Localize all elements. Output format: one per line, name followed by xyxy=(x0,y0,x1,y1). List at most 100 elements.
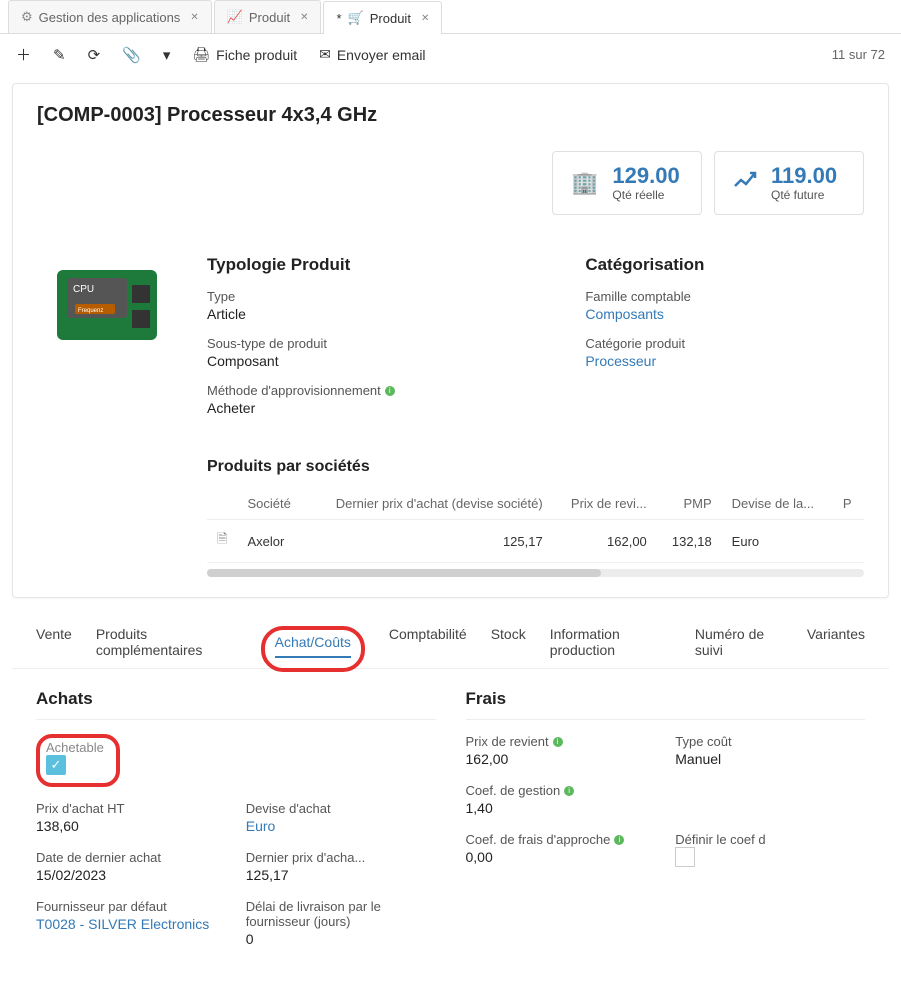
pager[interactable]: 11 sur 72 xyxy=(832,47,885,62)
kpi-row: 🏢 129.00 Qté réelle 119.00 Qté future xyxy=(37,151,864,215)
edit-button[interactable]: ✎ xyxy=(53,46,66,64)
highlight-annotation: Achat/Coûts xyxy=(261,626,365,672)
info-icon[interactable]: i xyxy=(385,386,395,396)
achetable-label: Achetable xyxy=(46,740,104,755)
product-card: [COMP-0003] Processeur 4x3,4 GHz 🏢 129.0… xyxy=(12,83,889,598)
achat-couts-panel: Achats Achetable ✓ Prix d'achat HT 138,6… xyxy=(12,669,889,983)
fiche-label: Fiche produit xyxy=(216,47,297,63)
close-icon[interactable]: ✕ xyxy=(300,12,308,23)
prix-revient-label: Prix de revient i xyxy=(466,734,656,749)
cart-icon: 🛒 xyxy=(348,10,364,26)
tab-label: Gestion des applications xyxy=(39,10,181,25)
subtab-complementaires[interactable]: Produits complémentaires xyxy=(96,626,237,668)
method-value: Acheter xyxy=(207,400,555,416)
type-cout-label: Type coût xyxy=(675,734,865,749)
svg-text:CPU: CPU xyxy=(73,284,94,295)
definir-coef-label: Définir le coef d xyxy=(675,832,865,847)
coef-frais-value: 0,00 xyxy=(466,849,656,865)
section-title: Catégorisation xyxy=(585,255,864,275)
achats-title: Achats xyxy=(36,689,436,709)
document-icon: 🗎 xyxy=(217,531,227,546)
cell-devise: Euro xyxy=(722,520,833,563)
prix-revient-value: 162,00 xyxy=(466,751,656,767)
company-table: Société Dernier prix d'achat (devise soc… xyxy=(207,488,864,563)
dernier-prix-label: Dernier prix d'acha... xyxy=(246,850,436,865)
achetable-checkbox[interactable]: ✓ xyxy=(46,755,66,775)
fournisseur-label: Fournisseur par défaut xyxy=(36,899,226,914)
fiche-produit-button[interactable]: 🖨 Fiche produit xyxy=(192,46,297,63)
attach-button[interactable]: 📎 xyxy=(122,46,141,64)
subtab-achat-couts[interactable]: Achat/Coûts xyxy=(275,634,351,658)
refresh-button[interactable]: ⟳ xyxy=(88,46,101,64)
info-icon[interactable]: i xyxy=(553,737,563,747)
delai-value: 0 xyxy=(246,931,436,947)
toolbar: ＋ ✎ ⟳ 📎 ▾ 🖨 Fiche produit ✉ Envoyer emai… xyxy=(0,34,901,75)
subtab-numero-suivi[interactable]: Numéro de suivi xyxy=(695,626,783,668)
prix-ht-label: Prix d'achat HT xyxy=(36,801,226,816)
product-subtabs: Vente Produits complémentaires Achat/Coû… xyxy=(12,606,889,669)
dernier-prix-value: 125,17 xyxy=(246,867,436,883)
col-pmp[interactable]: PMP xyxy=(657,488,722,520)
kpi-label: Qté réelle xyxy=(612,188,679,202)
page-title: [COMP-0003] Processeur 4x3,4 GHz xyxy=(37,104,864,127)
devise-value[interactable]: Euro xyxy=(246,818,436,834)
type-cout-value: Manuel xyxy=(675,751,865,767)
trend-icon xyxy=(733,170,757,196)
send-email-button[interactable]: ✉ Envoyer email xyxy=(319,46,425,63)
fournisseur-value[interactable]: T0028 - SILVER Electronics xyxy=(36,916,226,932)
gear-icon: ⚙ xyxy=(21,9,33,25)
info-icon[interactable]: i xyxy=(564,786,574,796)
col-societe[interactable]: Société xyxy=(237,488,306,520)
cell-dernier-prix: 125,17 xyxy=(306,520,552,563)
kpi-label: Qté future xyxy=(771,188,837,202)
tab-app-management[interactable]: ⚙ Gestion des applications ✕ xyxy=(8,0,212,33)
kpi-future-qty[interactable]: 119.00 Qté future xyxy=(714,151,864,215)
subtab-variantes[interactable]: Variantes xyxy=(807,626,865,668)
dropdown-icon[interactable]: ▾ xyxy=(163,46,171,64)
close-icon[interactable]: ✕ xyxy=(421,13,429,24)
prix-ht-value: 138,60 xyxy=(36,818,226,834)
categorie-value[interactable]: Processeur xyxy=(585,353,864,369)
col-prix-revient[interactable]: Prix de revi... xyxy=(553,488,657,520)
subtab-stock[interactable]: Stock xyxy=(491,626,526,668)
mail-icon: ✉ xyxy=(319,46,331,63)
tab-product-2[interactable]: * 🛒 Produit ✕ xyxy=(323,1,442,34)
type-label: Type xyxy=(207,289,555,304)
delai-label: Délai de livraison par le fournisseur (j… xyxy=(246,899,436,929)
coef-frais-label: Coef. de frais d'approche i xyxy=(466,832,656,847)
info-icon[interactable]: i xyxy=(614,835,624,845)
coef-gestion-value: 1,40 xyxy=(466,800,656,816)
print-icon: 🖨 xyxy=(192,46,210,63)
chart-icon: 📈 xyxy=(227,9,243,25)
categorisation-section: Catégorisation Famille comptable Composa… xyxy=(585,255,864,430)
email-label: Envoyer email xyxy=(337,47,426,63)
categorie-label: Catégorie produit xyxy=(585,336,864,351)
window-tabs: ⚙ Gestion des applications ✕ 📈 Produit ✕… xyxy=(0,0,901,34)
tab-product-1[interactable]: 📈 Produit ✕ xyxy=(214,0,322,33)
col-devise[interactable]: Devise de la... xyxy=(722,488,833,520)
method-label: Méthode d'approvisionnement i xyxy=(207,383,555,398)
product-image: CPU Frequenz xyxy=(37,255,177,355)
section-title: Typologie Produit xyxy=(207,255,555,275)
devise-label: Devise d'achat xyxy=(246,801,436,816)
cell-societe: Axelor xyxy=(237,520,306,563)
definir-coef-checkbox[interactable] xyxy=(675,847,695,867)
subtab-vente[interactable]: Vente xyxy=(36,626,72,668)
horizontal-scrollbar[interactable] xyxy=(207,569,864,577)
kpi-value: 119.00 xyxy=(771,164,837,188)
detail-grid: CPU Frequenz Typologie Produit Type Arti… xyxy=(37,255,864,430)
close-icon[interactable]: ✕ xyxy=(190,12,198,23)
kpi-real-qty[interactable]: 🏢 129.00 Qté réelle xyxy=(552,151,702,215)
add-button[interactable]: ＋ xyxy=(16,44,31,65)
achats-panel: Achats Achetable ✓ Prix d'achat HT 138,6… xyxy=(36,689,436,963)
svg-text:Frequenz: Frequenz xyxy=(78,308,103,314)
col-p[interactable]: P xyxy=(833,488,864,520)
kpi-value: 129.00 xyxy=(612,164,679,188)
table-row[interactable]: 🗎 Axelor 125,17 162,00 132,18 Euro xyxy=(207,520,864,563)
col-dernier-prix[interactable]: Dernier prix d'achat (devise société) xyxy=(306,488,552,520)
subtab-info-production[interactable]: Information production xyxy=(550,626,671,668)
building-icon: 🏢 xyxy=(571,170,598,196)
subtab-comptabilite[interactable]: Comptabilité xyxy=(389,626,467,668)
subtype-value: Composant xyxy=(207,353,555,369)
famille-value[interactable]: Composants xyxy=(585,306,864,322)
